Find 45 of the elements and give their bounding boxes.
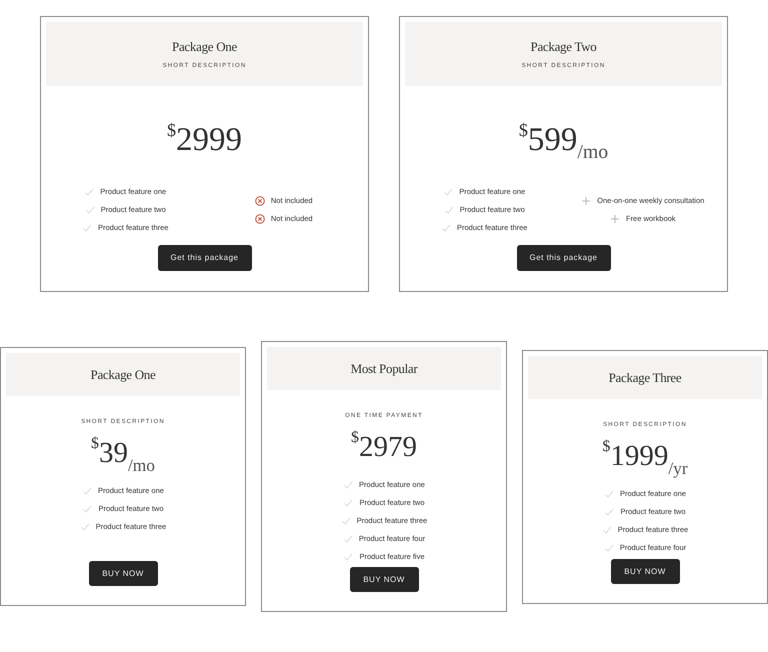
buy-button[interactable]: BUY NOW [350,567,418,592]
package-title: Package One [90,366,156,384]
currency-symbol: $ [90,436,99,452]
package-title: Package Two [530,38,596,56]
check-icon [343,480,354,490]
price-period: /mo [128,456,156,474]
price-period: /yr [668,460,688,477]
buy-button[interactable]: BUY NOW [88,561,158,586]
check-icon [82,504,92,514]
check-icon [80,522,90,532]
check-icon [602,525,612,535]
price-amount: 599 [528,124,578,157]
check-icon [604,489,614,499]
close-icon [254,196,265,206]
check-icon [343,552,354,562]
price-amount: 2979 [358,433,417,462]
check-icon [84,205,95,215]
check-icon [342,534,353,544]
buy-button[interactable]: Get this package [158,245,252,271]
buy-button[interactable]: Get this package [516,245,610,271]
check-icon [444,205,454,215]
price-amount: 39 [98,439,128,468]
check-icon [604,543,614,553]
check-icon [604,507,614,517]
package-title: Package One [172,38,237,56]
check-icon [441,223,452,233]
check-icon [343,498,354,508]
close-icon [254,214,265,224]
plus-icon [610,214,620,224]
currency-symbol: $ [602,439,610,455]
price-period: /mo [577,143,608,163]
check-icon [82,486,92,496]
package-title: Package Three [608,368,682,387]
price-amount: 1999 [610,442,668,471]
buy-button[interactable]: BUY NOW [610,559,680,584]
currency-symbol: $ [518,121,528,140]
price-amount: 2999 [176,124,242,157]
check-icon [443,187,454,197]
check-icon [340,516,351,526]
plus-icon [581,196,592,206]
currency-symbol: $ [166,121,176,140]
check-icon [84,187,94,197]
check-icon [82,223,92,233]
currency-symbol: $ [351,430,359,446]
package-title: Most Popular [350,360,418,378]
